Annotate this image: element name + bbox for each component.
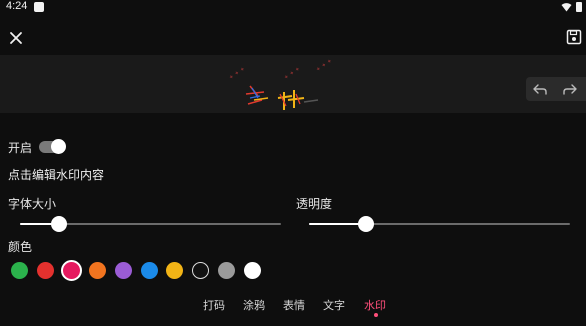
color-swatch[interactable] (114, 262, 132, 279)
save-icon[interactable] (566, 29, 582, 45)
enable-label: 开启 (8, 141, 33, 155)
color-label: 颜色 (8, 240, 33, 254)
color-swatch[interactable] (11, 262, 28, 279)
wifi-icon (561, 3, 572, 12)
tab-5[interactable]: 水印 (364, 297, 386, 313)
status-time: 4:24 (6, 0, 28, 12)
redo-icon[interactable] (562, 81, 578, 97)
opacity-slider[interactable] (309, 216, 570, 232)
undo-icon[interactable] (532, 81, 548, 97)
font-size-label: 字体大小 (8, 197, 57, 211)
toggle-knob (51, 139, 66, 154)
tab-3[interactable]: 表情 (283, 297, 305, 313)
status-bar: 4:24 (0, 0, 586, 14)
notification-icon (34, 2, 44, 12)
slider-thumb[interactable] (51, 216, 67, 232)
editor-tabs: 打码 涂鸦 表情 文字 水印 (0, 297, 586, 326)
enable-toggle[interactable] (39, 139, 66, 154)
edit-watermark-content-button[interactable]: 点击编辑水印内容 (8, 166, 104, 183)
active-tab-indicator (374, 313, 378, 317)
opacity-label: 透明度 (296, 197, 333, 211)
slider-thumb[interactable] (358, 216, 374, 232)
color-swatch[interactable] (140, 262, 158, 279)
tab-2[interactable]: 涂鸦 (243, 297, 265, 313)
color-swatch[interactable] (88, 262, 106, 279)
font-size-slider[interactable] (20, 216, 281, 232)
color-swatch[interactable] (60, 260, 82, 281)
tab-4[interactable]: 文字 (323, 297, 345, 313)
color-swatch[interactable] (244, 262, 262, 279)
close-icon[interactable] (7, 29, 25, 47)
color-swatch[interactable] (36, 262, 54, 279)
tab-1[interactable]: 打码 (203, 297, 225, 313)
battery-icon (576, 2, 582, 12)
